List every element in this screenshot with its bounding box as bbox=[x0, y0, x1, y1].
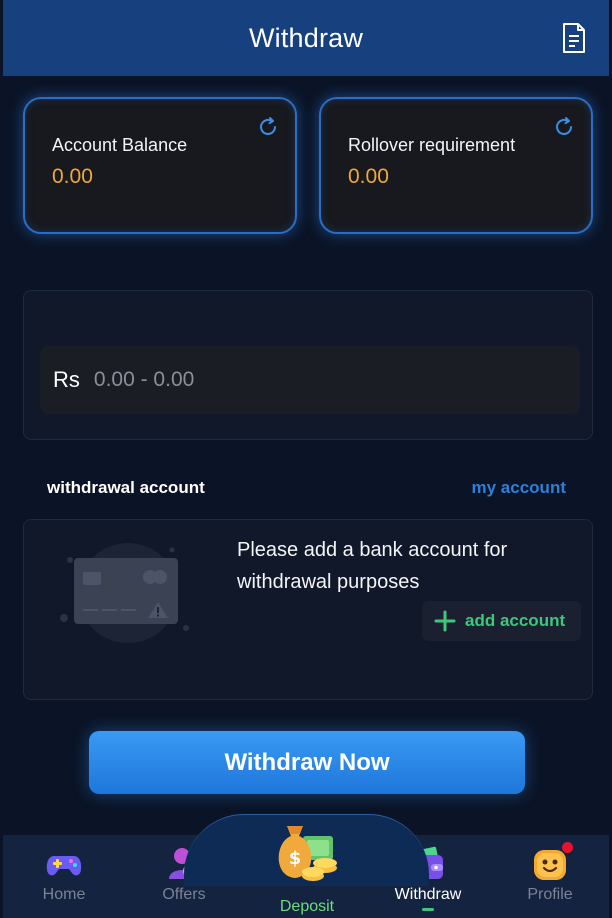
bank-card-illustration bbox=[60, 543, 189, 643]
svg-text:$: $ bbox=[289, 848, 302, 869]
document-icon bbox=[563, 23, 585, 53]
rollover-label: Rollover requirement bbox=[348, 135, 516, 155]
amount-panel: Rs 0.00 - 0.00 bbox=[23, 290, 593, 440]
page-title: Withdraw bbox=[248, 22, 364, 53]
records-button[interactable] bbox=[559, 21, 589, 55]
refresh-icon[interactable] bbox=[257, 116, 279, 138]
profile-icon-wrap bbox=[531, 842, 573, 883]
nav-label-home: Home bbox=[42, 886, 86, 903]
header-bar: Withdraw bbox=[3, 0, 609, 76]
nav-item-profile[interactable]: Profile bbox=[491, 842, 609, 915]
withdrawal-account-header: withdrawal account my account bbox=[23, 470, 593, 504]
refresh-icon[interactable] bbox=[553, 116, 575, 138]
nav-item-deposit[interactable]: $ Deposit bbox=[244, 822, 370, 918]
rollover-value: 0.00 bbox=[348, 165, 389, 188]
nav-label-profile: Profile bbox=[527, 886, 573, 903]
account-balance-card: Account Balance 0.00 bbox=[23, 97, 297, 234]
active-indicator bbox=[422, 908, 434, 911]
bank-account-panel: Please add a bank account for withdrawal… bbox=[23, 519, 593, 700]
amount-input[interactable]: Rs 0.00 - 0.00 bbox=[40, 346, 580, 414]
nav-item-home[interactable]: Home bbox=[5, 845, 123, 915]
plus-icon bbox=[434, 610, 456, 632]
nav-label-withdraw: Withdraw bbox=[394, 886, 462, 903]
currency-label: Rs bbox=[53, 367, 80, 392]
add-account-button[interactable]: add account bbox=[422, 601, 581, 641]
add-account-label: add account bbox=[465, 611, 566, 630]
withdraw-now-button[interactable]: Withdraw Now bbox=[89, 731, 525, 794]
account-balance-label: Account Balance bbox=[52, 135, 188, 155]
rollover-card: Rollover requirement 0.00 bbox=[319, 97, 593, 234]
nav-label-deposit: Deposit bbox=[279, 898, 335, 915]
money-bag-icon: $ bbox=[278, 826, 337, 881]
add-bank-message: Please add a bank account for withdrawal… bbox=[237, 539, 508, 593]
amount-range-placeholder: 0.00 - 0.00 bbox=[93, 368, 195, 391]
withdraw-now-label: Withdraw Now bbox=[224, 748, 390, 776]
profile-badge bbox=[562, 842, 573, 853]
withdrawal-account-title: withdrawal account bbox=[47, 478, 205, 497]
gamepad-icon bbox=[46, 856, 82, 876]
my-account-link[interactable]: my account bbox=[472, 478, 566, 498]
nav-label-offers: Offers bbox=[162, 886, 206, 903]
account-balance-value: 0.00 bbox=[52, 165, 93, 188]
balance-cards: Account Balance 0.00 Rollover requiremen… bbox=[23, 97, 593, 234]
